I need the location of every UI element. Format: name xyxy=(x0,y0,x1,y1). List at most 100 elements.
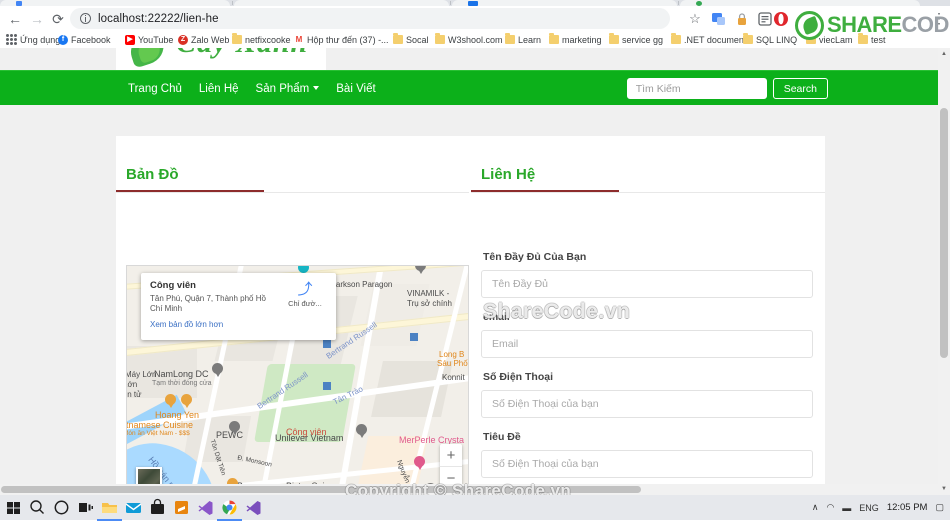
tab-separator xyxy=(232,1,233,5)
nav-item-bai-viet[interactable]: Bài Viết xyxy=(336,83,375,95)
vscode-insiders-icon[interactable] xyxy=(196,498,215,517)
nav-item-lien-he[interactable]: Liên Hệ xyxy=(199,83,239,95)
bookmark-gmail[interactable]: M Hộp thư đến (37) -... xyxy=(294,31,389,48)
folder-icon xyxy=(609,33,619,44)
map-label: Trụ sở chính xyxy=(407,299,452,308)
map-pin[interactable] xyxy=(356,424,367,439)
vscode-icon[interactable] xyxy=(244,498,263,517)
start-button[interactable] xyxy=(4,498,23,517)
map-info-window[interactable]: Công viên Tân Phú, Quận 7, Thành phố Hồ … xyxy=(141,273,336,340)
scroll-down-arrow[interactable]: ▼ xyxy=(938,483,950,495)
bookmark-sql-linq[interactable]: SQL LINQ xyxy=(743,31,797,48)
chrome-icon[interactable] xyxy=(217,498,242,521)
bookmark-label: Ứng dụng xyxy=(20,34,61,45)
bookmark-facebook[interactable]: f Facebook xyxy=(58,31,111,48)
bookmark-vieclam[interactable]: viecLam xyxy=(806,31,853,48)
map-label: Món ăn Việt Nam - $$$ xyxy=(126,430,190,437)
mail-icon[interactable] xyxy=(124,498,143,517)
tray-chevron-icon[interactable]: ∧ xyxy=(812,502,819,513)
bookmark-test[interactable]: test xyxy=(858,31,886,48)
search-button[interactable]: Search xyxy=(772,78,828,99)
scroll-up-arrow[interactable]: ▲ xyxy=(938,48,950,60)
battery-icon[interactable]: ▬ xyxy=(842,503,851,513)
map-pin[interactable] xyxy=(414,456,425,471)
contact-column: Liên Hệ Tên Đầy Đủ Của Bạn email Số Điện… xyxy=(471,136,825,495)
map-pin[interactable] xyxy=(415,266,426,275)
facebook-icon: f xyxy=(58,34,68,45)
lock-extension-icon[interactable] xyxy=(733,10,751,28)
cortana-icon[interactable] xyxy=(52,498,71,517)
folder-icon xyxy=(743,33,753,44)
bookmark-zalo[interactable]: Z Zalo Web xyxy=(178,31,229,48)
nav-links: Trang Chủ Liên Hệ Sản Phẩm Bài Viết xyxy=(128,71,376,106)
bookmark-apps[interactable]: Ứng dụng xyxy=(6,31,60,48)
bookmark-youtube[interactable]: ▶ YouTube xyxy=(125,31,173,48)
network-icon[interactable]: ◠ xyxy=(826,502,834,513)
address-bar[interactable]: localhost:22222/lien-he xyxy=(70,8,670,29)
task-view-icon[interactable] xyxy=(76,498,95,517)
horizontal-scroll-thumb[interactable] xyxy=(1,486,641,493)
map-label: VINAMILK - xyxy=(407,289,450,298)
site-logo[interactable]: Cây Xanh xyxy=(116,48,326,70)
map-section-title: Bản Đồ xyxy=(126,166,179,183)
notifications-icon[interactable]: ▢ xyxy=(935,502,944,513)
translate-extension-icon[interactable] xyxy=(710,10,728,28)
map-label: NamLong DC xyxy=(154,369,209,379)
nav-item-trang-chu[interactable]: Trang Chủ xyxy=(128,83,182,95)
bookmark-socal[interactable]: Socal xyxy=(393,31,429,48)
sublime-icon[interactable] xyxy=(172,498,191,517)
browser-toolbar: ← → ⟳ localhost:22222/lien-he ☆ ⋮ xyxy=(0,6,950,31)
email-input[interactable] xyxy=(481,330,813,358)
map-pin[interactable] xyxy=(229,421,240,436)
clock[interactable]: 12:05 PM xyxy=(887,502,928,513)
search-input[interactable] xyxy=(626,78,767,99)
section-divider xyxy=(471,192,825,193)
google-map[interactable]: V Parkson Paragon VINAMILK - Trụ sở chín… xyxy=(126,265,469,495)
fullname-label: Tên Đầy Đủ Của Bạn xyxy=(483,251,587,263)
horizontal-scrollbar[interactable] xyxy=(0,484,938,495)
subject-input[interactable] xyxy=(481,450,813,478)
map-label: Konnit xyxy=(442,373,465,382)
gmail-icon: M xyxy=(294,34,304,45)
bookmark-learn[interactable]: Learn xyxy=(505,31,541,48)
bookmark-service-gg[interactable]: service gg xyxy=(609,31,663,48)
folder-icon xyxy=(549,33,559,44)
bookmark-w3school[interactable]: W3shool.com xyxy=(435,31,503,48)
opera-extension-icon[interactable] xyxy=(772,10,790,28)
directions-icon: ⤴ xyxy=(297,281,313,298)
store-icon[interactable] xyxy=(148,498,167,517)
file-explorer-icon[interactable] xyxy=(97,498,122,521)
vertical-scrollbar[interactable]: ▲ ▼ xyxy=(938,48,950,495)
zoom-in-button[interactable]: + xyxy=(440,444,462,467)
bookmark-netfixcooke[interactable]: netfixcooke xyxy=(232,31,291,48)
page-viewport: Cây Xanh Trang Chủ Liên Hệ Sản Phẩm Bài … xyxy=(0,48,950,495)
directions-button[interactable]: ⤴ Chỉ đườ... xyxy=(281,281,329,308)
view-larger-map-link[interactable]: Xem bản đồ lớn hơn xyxy=(150,320,327,329)
map-pin[interactable] xyxy=(165,394,176,409)
reload-icon[interactable]: ⟳ xyxy=(49,10,67,28)
bookmark-star-icon[interactable]: ☆ xyxy=(686,10,704,28)
site-info-icon[interactable] xyxy=(80,13,91,24)
forward-icon[interactable]: → xyxy=(28,10,46,28)
language-indicator[interactable]: ENG xyxy=(859,503,879,513)
map-pin[interactable] xyxy=(212,363,223,378)
browser-chrome: ← → ⟳ localhost:22222/lien-he ☆ ⋮ Ứng dụ… xyxy=(0,0,950,48)
map-label: Lớn xyxy=(127,380,138,389)
search-icon[interactable] xyxy=(28,498,47,517)
nav-item-san-pham[interactable]: Sản Phẩm xyxy=(256,83,320,95)
bookmark-label: .NET documents xyxy=(684,34,751,45)
map-pin[interactable] xyxy=(181,394,192,409)
zalo-icon: Z xyxy=(178,34,188,45)
map-label: iện tử xyxy=(127,390,142,399)
vertical-scroll-thumb[interactable] xyxy=(940,108,948,358)
map-column: Bản Đồ V Parkson Paragon VINAMILK - Trụ … xyxy=(116,136,469,495)
phone-input[interactable] xyxy=(481,390,813,418)
bookmark-net-documents[interactable]: .NET documents xyxy=(671,31,751,48)
browser-menu-icon[interactable]: ⋮ xyxy=(930,10,948,28)
system-tray: ∧ ◠ ▬ ENG 12:05 PM ▢ xyxy=(812,495,944,520)
bookmark-marketing[interactable]: marketing xyxy=(549,31,602,48)
back-icon[interactable]: ← xyxy=(6,10,24,28)
site-navbar: Trang Chủ Liên Hệ Sản Phẩm Bài Viết Sear… xyxy=(0,70,938,105)
map-label: Hoang Yen xyxy=(155,410,200,420)
fullname-input[interactable] xyxy=(481,270,813,298)
